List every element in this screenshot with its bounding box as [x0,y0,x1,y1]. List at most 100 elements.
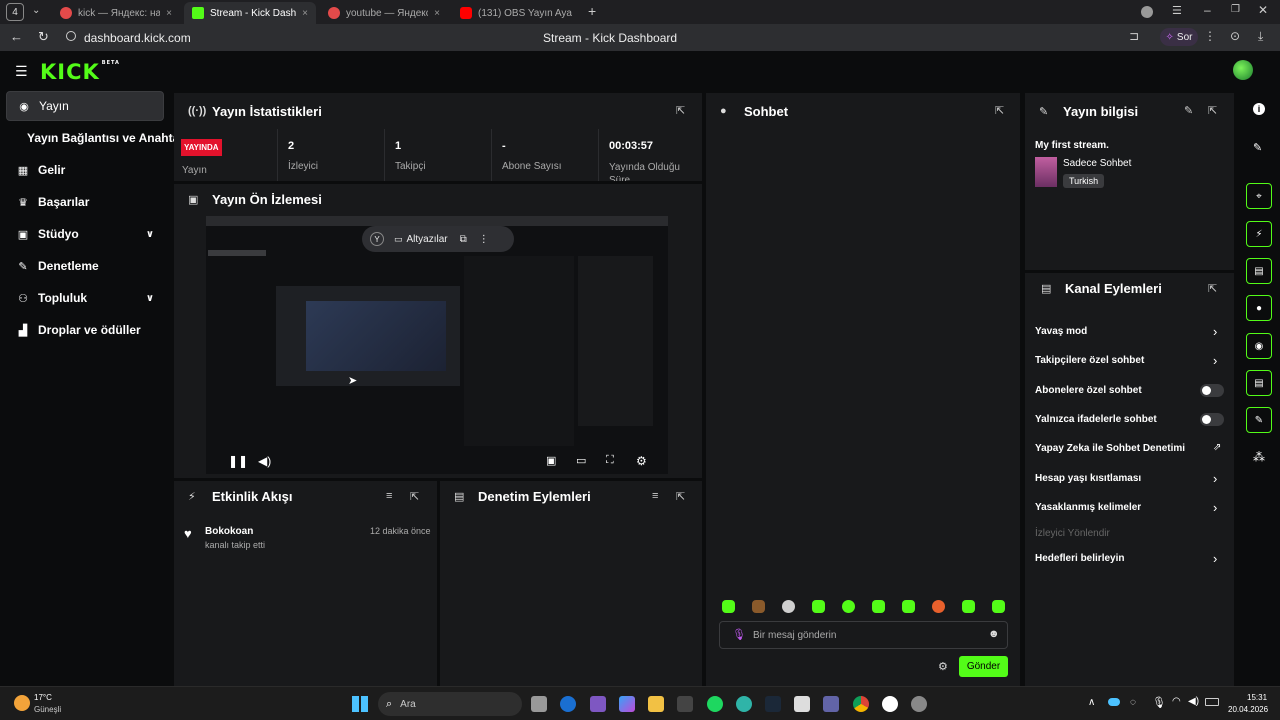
site-info-icon[interactable] [66,31,76,41]
weather-icon[interactable] [14,695,30,711]
minimize-icon[interactable]: – [1204,3,1211,17]
video-player[interactable]: Y ▭ Altyazılar ⧉ ⋮ ➤ ❚❚ ◀) ▣ ▭ ⛶ ⚙ [206,216,668,474]
sidebar-item-stream[interactable]: ◉ Yayın [6,91,164,121]
chevron-right-icon[interactable]: › [1213,500,1217,515]
hamburger-menu-icon[interactable]: ☰ [15,63,28,80]
fullscreen-icon[interactable]: ⛶ [606,454,614,467]
tab-count-badge[interactable]: 4 [6,3,24,21]
windows-start-icon[interactable] [352,696,368,712]
account-age-item[interactable]: Hesap yaşı kısıtlaması [1035,473,1141,484]
edit-pencil-icon[interactable]: ✎ [1253,141,1262,154]
theater-icon[interactable]: ▭ [576,454,586,467]
lightning-icon[interactable]: ⚡ [1246,221,1272,247]
app-icon[interactable] [677,696,693,712]
wrench-icon[interactable]: ✎ [1246,407,1272,433]
popout-icon[interactable]: ⇱ [1208,282,1217,295]
profile-icon[interactable] [1141,6,1153,18]
app-icon[interactable] [794,696,810,712]
avatar[interactable] [1233,60,1253,80]
emote-icon[interactable] [962,600,975,613]
bookmark-icon[interactable]: ⊐ [1129,29,1139,43]
send-button[interactable]: Gönder [959,656,1008,677]
menu-icon[interactable]: ☰ [1172,4,1182,17]
emote-icon[interactable] [722,600,735,613]
tab-list-chevron-icon[interactable]: ⌄ [32,5,40,16]
task-view-icon[interactable] [531,696,547,712]
spotify-icon[interactable] [707,696,723,712]
reload-icon[interactable]: ↻ [38,29,49,45]
cast-icon[interactable]: ⊙ [1230,29,1240,43]
sidebar-item-community[interactable]: ⚇ Topluluk ∨ [6,283,164,313]
chevron-right-icon[interactable]: › [1213,471,1217,486]
emote-icon[interactable] [842,600,855,613]
chat-input[interactable]: 🎙 Bir mesaj gönderin ☻ [719,621,1008,649]
edit-pencil-icon[interactable]: ✎ [1184,104,1193,117]
category-name[interactable]: Sadece Sohbet [1063,158,1131,169]
back-arrow-icon[interactable]: ← [10,29,23,44]
wifi-icon[interactable]: ◠ [1172,696,1181,707]
tray-icon[interactable]: ◌ [1130,697,1136,708]
close-window-icon[interactable]: ✕ [1258,3,1268,17]
chevron-right-icon[interactable]: › [1213,324,1217,339]
battery-icon[interactable] [1205,698,1219,706]
new-tab-button[interactable]: + [588,3,596,19]
ask-ai-button[interactable]: ✧ Sor [1160,28,1198,46]
external-link-icon[interactable]: ⇗ [1213,442,1221,453]
emote-icon[interactable] [872,600,885,613]
sidebar-item-studio[interactable]: ▣ Stüdyo ∨ [6,219,164,249]
edge-icon[interactable] [736,696,752,712]
emote-icon[interactable] [932,600,945,613]
clipboard-icon[interactable]: ▤ [1246,258,1272,284]
app-icon[interactable] [560,696,576,712]
copilot-icon[interactable] [619,696,635,712]
info-icon[interactable]: i [1253,103,1265,115]
tray-chevron-icon[interactable]: ∧ [1088,697,1095,708]
channel-icon[interactable]: ▤ [1246,370,1272,396]
set-goals-item[interactable]: Hedefleri belirleyin [1035,553,1124,564]
microphone-icon[interactable]: 🎙 [732,628,746,641]
kick-logo[interactable]: KICK BETA [40,60,120,84]
more-vert-icon[interactable]: ⋮ [1204,29,1216,43]
filter-icon[interactable]: ≡ [386,490,392,502]
sidebar-item-drops[interactable]: ▟ Droplar ve ödüller [6,315,164,345]
popout-icon[interactable]: ⇱ [676,104,685,117]
app-icon[interactable] [911,696,927,712]
subscribers-only-toggle[interactable] [1200,384,1224,397]
app-icon[interactable] [590,696,606,712]
steam-icon[interactable] [765,696,781,712]
download-icon[interactable]: ⤓ [1258,29,1263,44]
emote-icon[interactable] [812,600,825,613]
sidebar-item-achievements[interactable]: ♛ Başarılar [6,187,164,217]
sidebar-item-moderation[interactable]: ✎ Denetleme [6,251,164,281]
chat-bubble-icon[interactable]: ● [1246,295,1272,321]
settings-gear-icon[interactable]: ⚙ [636,454,647,468]
widgets-icon[interactable]: ⁂ [1253,450,1265,464]
browser-tab[interactable]: kick — Яндекс: нашлось 1 × [52,2,180,24]
pause-icon[interactable]: ❚❚ [228,454,248,468]
close-tab-icon[interactable]: × [434,8,440,19]
clip-icon[interactable]: ▣ [546,454,556,467]
browser-tab[interactable]: youtube — Яндекс: нашло × [320,2,448,24]
followers-only-item[interactable]: Takipçilere özel sohbet [1035,355,1144,366]
volume-tray-icon[interactable]: ◀) [1188,696,1199,707]
emote-icon[interactable] [902,600,915,613]
subtitle-pill[interactable]: Y ▭ Altyazılar ⧉ ⋮ [362,226,514,252]
browser-tab-active[interactable]: Stream - Kick Dashboard × [184,2,316,24]
emote-icon[interactable] [782,600,795,613]
teams-icon[interactable] [823,696,839,712]
popout-icon[interactable]: ⇱ [995,104,1004,117]
yandex-browser-icon[interactable] [882,696,898,712]
clock-time[interactable]: 15:31 [1247,693,1267,702]
broadcast-icon[interactable]: ◉ [1246,333,1272,359]
close-tab-icon[interactable]: × [302,8,308,19]
filter-icon[interactable]: ≡ [652,490,658,502]
activity-user[interactable]: Bokokoan [205,526,253,537]
browser-tab[interactable]: (131) OBS Yayın Ayarları N [452,2,580,24]
chat-settings-icon[interactable]: ⚙ [938,660,948,673]
volume-icon[interactable]: ◀) [258,454,271,468]
chrome-icon[interactable] [853,696,869,712]
sidebar-item-revenue[interactable]: ▦ Gelir [6,155,164,185]
chevron-right-icon[interactable]: › [1213,353,1217,368]
url-field[interactable]: dashboard.kick.com [84,31,191,45]
focus-icon[interactable]: ⌖ [1246,183,1272,209]
